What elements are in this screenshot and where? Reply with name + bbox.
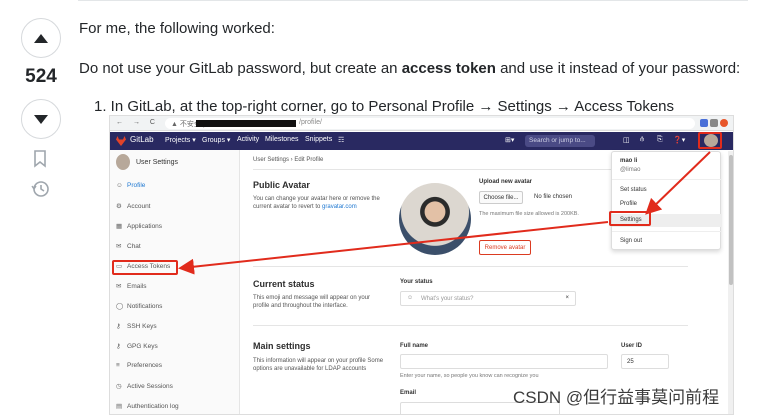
scrollbar bbox=[728, 151, 733, 414]
divider bbox=[78, 0, 748, 1]
answer-paragraph-2: Do not use your GitLab password, but cre… bbox=[79, 59, 740, 79]
history-icon[interactable] bbox=[31, 180, 51, 198]
vote-count: 524 bbox=[25, 66, 57, 87]
arrow-to-access-tokens bbox=[178, 221, 609, 275]
vote-column: 524 bbox=[0, 0, 80, 415]
arrow-down-icon bbox=[34, 115, 48, 124]
arrow-up-icon bbox=[34, 34, 48, 43]
text-span: and use it instead of your password: bbox=[495, 60, 741, 77]
list-item-step-1: 1. In GitLab, at the top-right corner, g… bbox=[94, 98, 675, 115]
scrollbar-thumb bbox=[729, 155, 733, 285]
watermark: CSDN @但行益事莫问前程 bbox=[513, 388, 720, 407]
arrow-to-settings bbox=[645, 151, 711, 215]
bold-text: access token bbox=[401, 60, 496, 77]
upvote-button[interactable] bbox=[21, 18, 61, 58]
downvote-button[interactable] bbox=[21, 99, 61, 139]
answer-paragraph-1: For me, the following worked: bbox=[79, 20, 275, 37]
text-span: Do not use your GitLab password, but cre… bbox=[79, 60, 402, 77]
embedded-screenshot: ← → C ▲ 不安全 | /profile/ GitLab Projects … bbox=[109, 115, 734, 415]
bookmark-icon[interactable] bbox=[33, 150, 47, 168]
annotation-arrows bbox=[178, 151, 711, 275]
